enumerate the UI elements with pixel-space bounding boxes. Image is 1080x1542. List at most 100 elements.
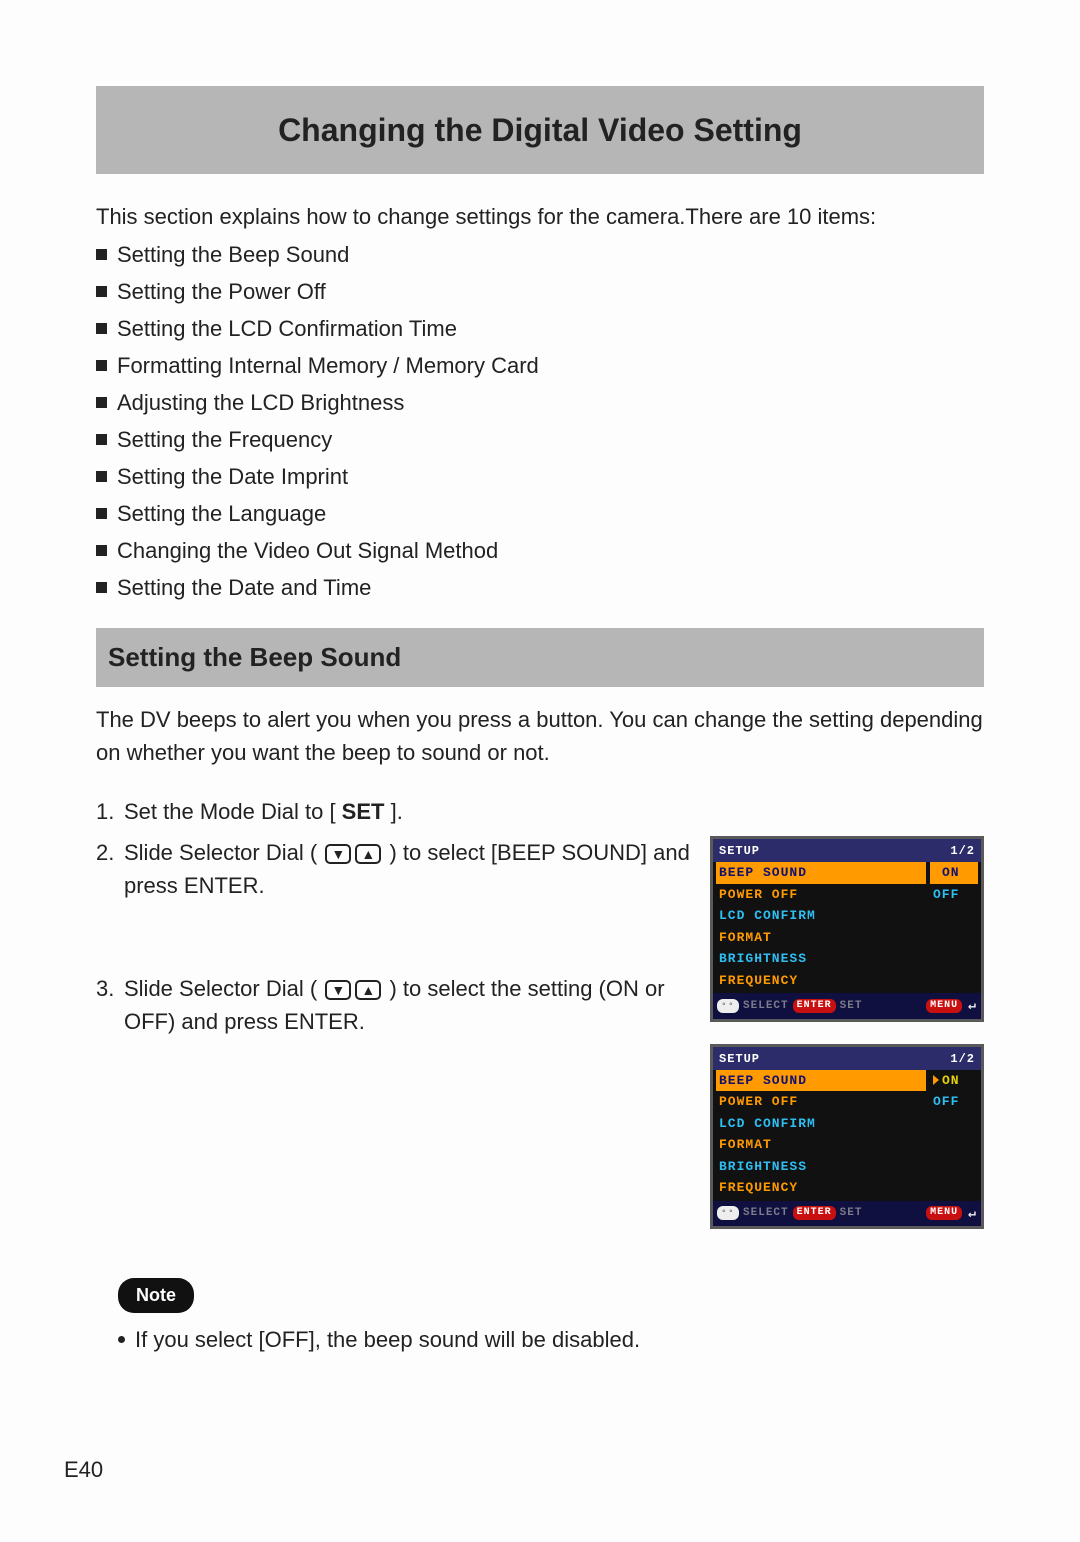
page-number: E40: [64, 1453, 103, 1486]
lcd-footer-select: SELECT: [743, 1205, 789, 1222]
down-arrow-icon: ▼: [325, 980, 351, 1000]
lcd-page: 1/2: [950, 1050, 975, 1068]
lcd-options-col: ON OFF: [930, 862, 978, 991]
lcd-option: OFF: [930, 884, 978, 906]
lcd-option-selected: ON: [930, 1070, 978, 1092]
up-arrow-icon: ▲: [355, 980, 381, 1000]
lcd-menu-item: POWER OFF: [716, 1091, 926, 1113]
list-item: Setting the LCD Confirmation Time: [96, 312, 984, 345]
section-paragraph: The DV beeps to alert you when you press…: [96, 703, 984, 769]
lcd-menu-item: BRIGHTNESS: [716, 1156, 926, 1178]
list-item: Setting the Frequency: [96, 423, 984, 456]
lcd-menu-item: BRIGHTNESS: [716, 948, 926, 970]
list-item: Adjusting the LCD Brightness: [96, 386, 984, 419]
step-text-fragment: Slide Selector Dial (: [124, 976, 323, 1001]
lcd-screens: SETUP 1/2 BEEP SOUND POWER OFF LCD CONFI…: [710, 836, 984, 1229]
section-heading-beep: Setting the Beep Sound: [96, 628, 984, 687]
lcd-body: BEEP SOUND POWER OFF LCD CONFIRM FORMAT …: [713, 862, 981, 993]
list-item-label: Setting the Frequency: [117, 423, 332, 456]
list-item: Setting the Language: [96, 497, 984, 530]
down-arrow-icon: ▼: [325, 844, 351, 864]
square-bullet-icon: [96, 249, 107, 260]
step-text: Slide Selector Dial ( ▼▲ ) to select the…: [124, 972, 692, 1038]
list-item-label: Setting the Date Imprint: [117, 460, 348, 493]
square-bullet-icon: [96, 323, 107, 334]
lcd-chip-menu-icon: MENU: [926, 1206, 962, 1220]
lcd-title: SETUP: [719, 1050, 760, 1068]
list-item-label: Adjusting the LCD Brightness: [117, 386, 404, 419]
note-block: Note If you select [OFF], the beep sound…: [96, 1277, 984, 1356]
lcd-options-col: ON OFF: [930, 1070, 978, 1199]
lcd-body: BEEP SOUND POWER OFF LCD CONFIRM FORMAT …: [713, 1070, 981, 1201]
square-bullet-icon: [96, 582, 107, 593]
dot-bullet-icon: [118, 1336, 125, 1343]
square-bullet-icon: [96, 397, 107, 408]
step-text: Set the Mode Dial to [ SET ].: [124, 795, 984, 828]
lcd-menu-item: FORMAT: [716, 927, 926, 949]
up-arrow-icon: ▲: [355, 844, 381, 864]
lcd-footer-set: SET: [840, 998, 863, 1015]
lcd-page: 1/2: [950, 842, 975, 860]
step-text: Slide Selector Dial ( ▼▲ ) to select [BE…: [124, 836, 692, 902]
lcd-screen-1: SETUP 1/2 BEEP SOUND POWER OFF LCD CONFI…: [710, 836, 984, 1022]
lcd-menu-col: BEEP SOUND POWER OFF LCD CONFIRM FORMAT …: [716, 1070, 926, 1199]
step-text-fragment: Set the Mode Dial to [: [124, 799, 342, 824]
note-label: Note: [118, 1278, 194, 1313]
intro-text: This section explains how to change sett…: [96, 200, 984, 233]
step-2: 2. Slide Selector Dial ( ▼▲ ) to select …: [96, 836, 692, 902]
list-item: Setting the Beep Sound: [96, 238, 984, 271]
lcd-chip-menu-icon: MENU: [926, 999, 962, 1013]
lcd-footer: ◦◦ SELECT ENTER SET MENU ↵: [713, 993, 981, 1019]
lcd-title: SETUP: [719, 842, 760, 860]
square-bullet-icon: [96, 545, 107, 556]
list-item: Setting the Date and Time: [96, 571, 984, 604]
step-text-fragment: Slide Selector Dial (: [124, 840, 323, 865]
step-text-fragment: ].: [384, 799, 402, 824]
lcd-screen-2: SETUP 1/2 BEEP SOUND POWER OFF LCD CONFI…: [710, 1044, 984, 1230]
list-item-label: Setting the Language: [117, 497, 326, 530]
steps-left: 2. Slide Selector Dial ( ▼▲ ) to select …: [96, 836, 692, 1046]
list-item-label: Formatting Internal Memory / Memory Card: [117, 349, 539, 382]
lcd-footer-set: SET: [840, 1205, 863, 1222]
step-number: 3.: [96, 972, 124, 1005]
lcd-chip-enter-icon: ENTER: [793, 1206, 836, 1220]
note-item: If you select [OFF], the beep sound will…: [118, 1323, 984, 1356]
step-number: 1.: [96, 795, 124, 828]
square-bullet-icon: [96, 286, 107, 297]
list-item-label: Setting the Power Off: [117, 275, 326, 308]
lcd-menu-item-selected: BEEP SOUND: [716, 862, 926, 884]
triangle-right-icon: [933, 868, 939, 878]
lcd-header: SETUP 1/2: [713, 1047, 981, 1070]
list-item-label: Changing the Video Out Signal Method: [117, 534, 498, 567]
steps-list: 1. Set the Mode Dial to [ SET ]. 2. Slid…: [96, 795, 984, 1229]
list-item: Setting the Date Imprint: [96, 460, 984, 493]
note-text: If you select [OFF], the beep sound will…: [135, 1323, 640, 1356]
lcd-chip-selector-icon: ◦◦: [717, 999, 739, 1013]
list-item: Formatting Internal Memory / Memory Card: [96, 349, 984, 382]
return-icon: ↵: [968, 1204, 977, 1224]
lcd-chip-enter-icon: ENTER: [793, 999, 836, 1013]
lcd-footer: ◦◦ SELECT ENTER SET MENU ↵: [713, 1201, 981, 1227]
lcd-option: OFF: [930, 1091, 978, 1113]
lcd-footer-select: SELECT: [743, 998, 789, 1015]
lcd-option-label: ON: [942, 865, 960, 880]
lcd-option-label: ON: [942, 1073, 960, 1088]
manual-page: Changing the Digital Video Setting This …: [0, 0, 1080, 1542]
square-bullet-icon: [96, 434, 107, 445]
step-number: 2.: [96, 836, 124, 869]
lcd-chip-selector-icon: ◦◦: [717, 1206, 739, 1220]
page-title: Changing the Digital Video Setting: [96, 86, 984, 174]
step-3: 3. Slide Selector Dial ( ▼▲ ) to select …: [96, 972, 692, 1038]
square-bullet-icon: [96, 471, 107, 482]
list-item-label: Setting the LCD Confirmation Time: [117, 312, 457, 345]
items-list: Setting the Beep Sound Setting the Power…: [96, 238, 984, 604]
square-bullet-icon: [96, 360, 107, 371]
lcd-menu-item: POWER OFF: [716, 884, 926, 906]
list-item: Setting the Power Off: [96, 275, 984, 308]
return-icon: ↵: [968, 996, 977, 1016]
triangle-right-icon: [933, 1075, 939, 1085]
lcd-menu-item-selected: BEEP SOUND: [716, 1070, 926, 1092]
lcd-menu-item: FORMAT: [716, 1134, 926, 1156]
lcd-header: SETUP 1/2: [713, 839, 981, 862]
step-text-bold: SET: [342, 799, 385, 824]
